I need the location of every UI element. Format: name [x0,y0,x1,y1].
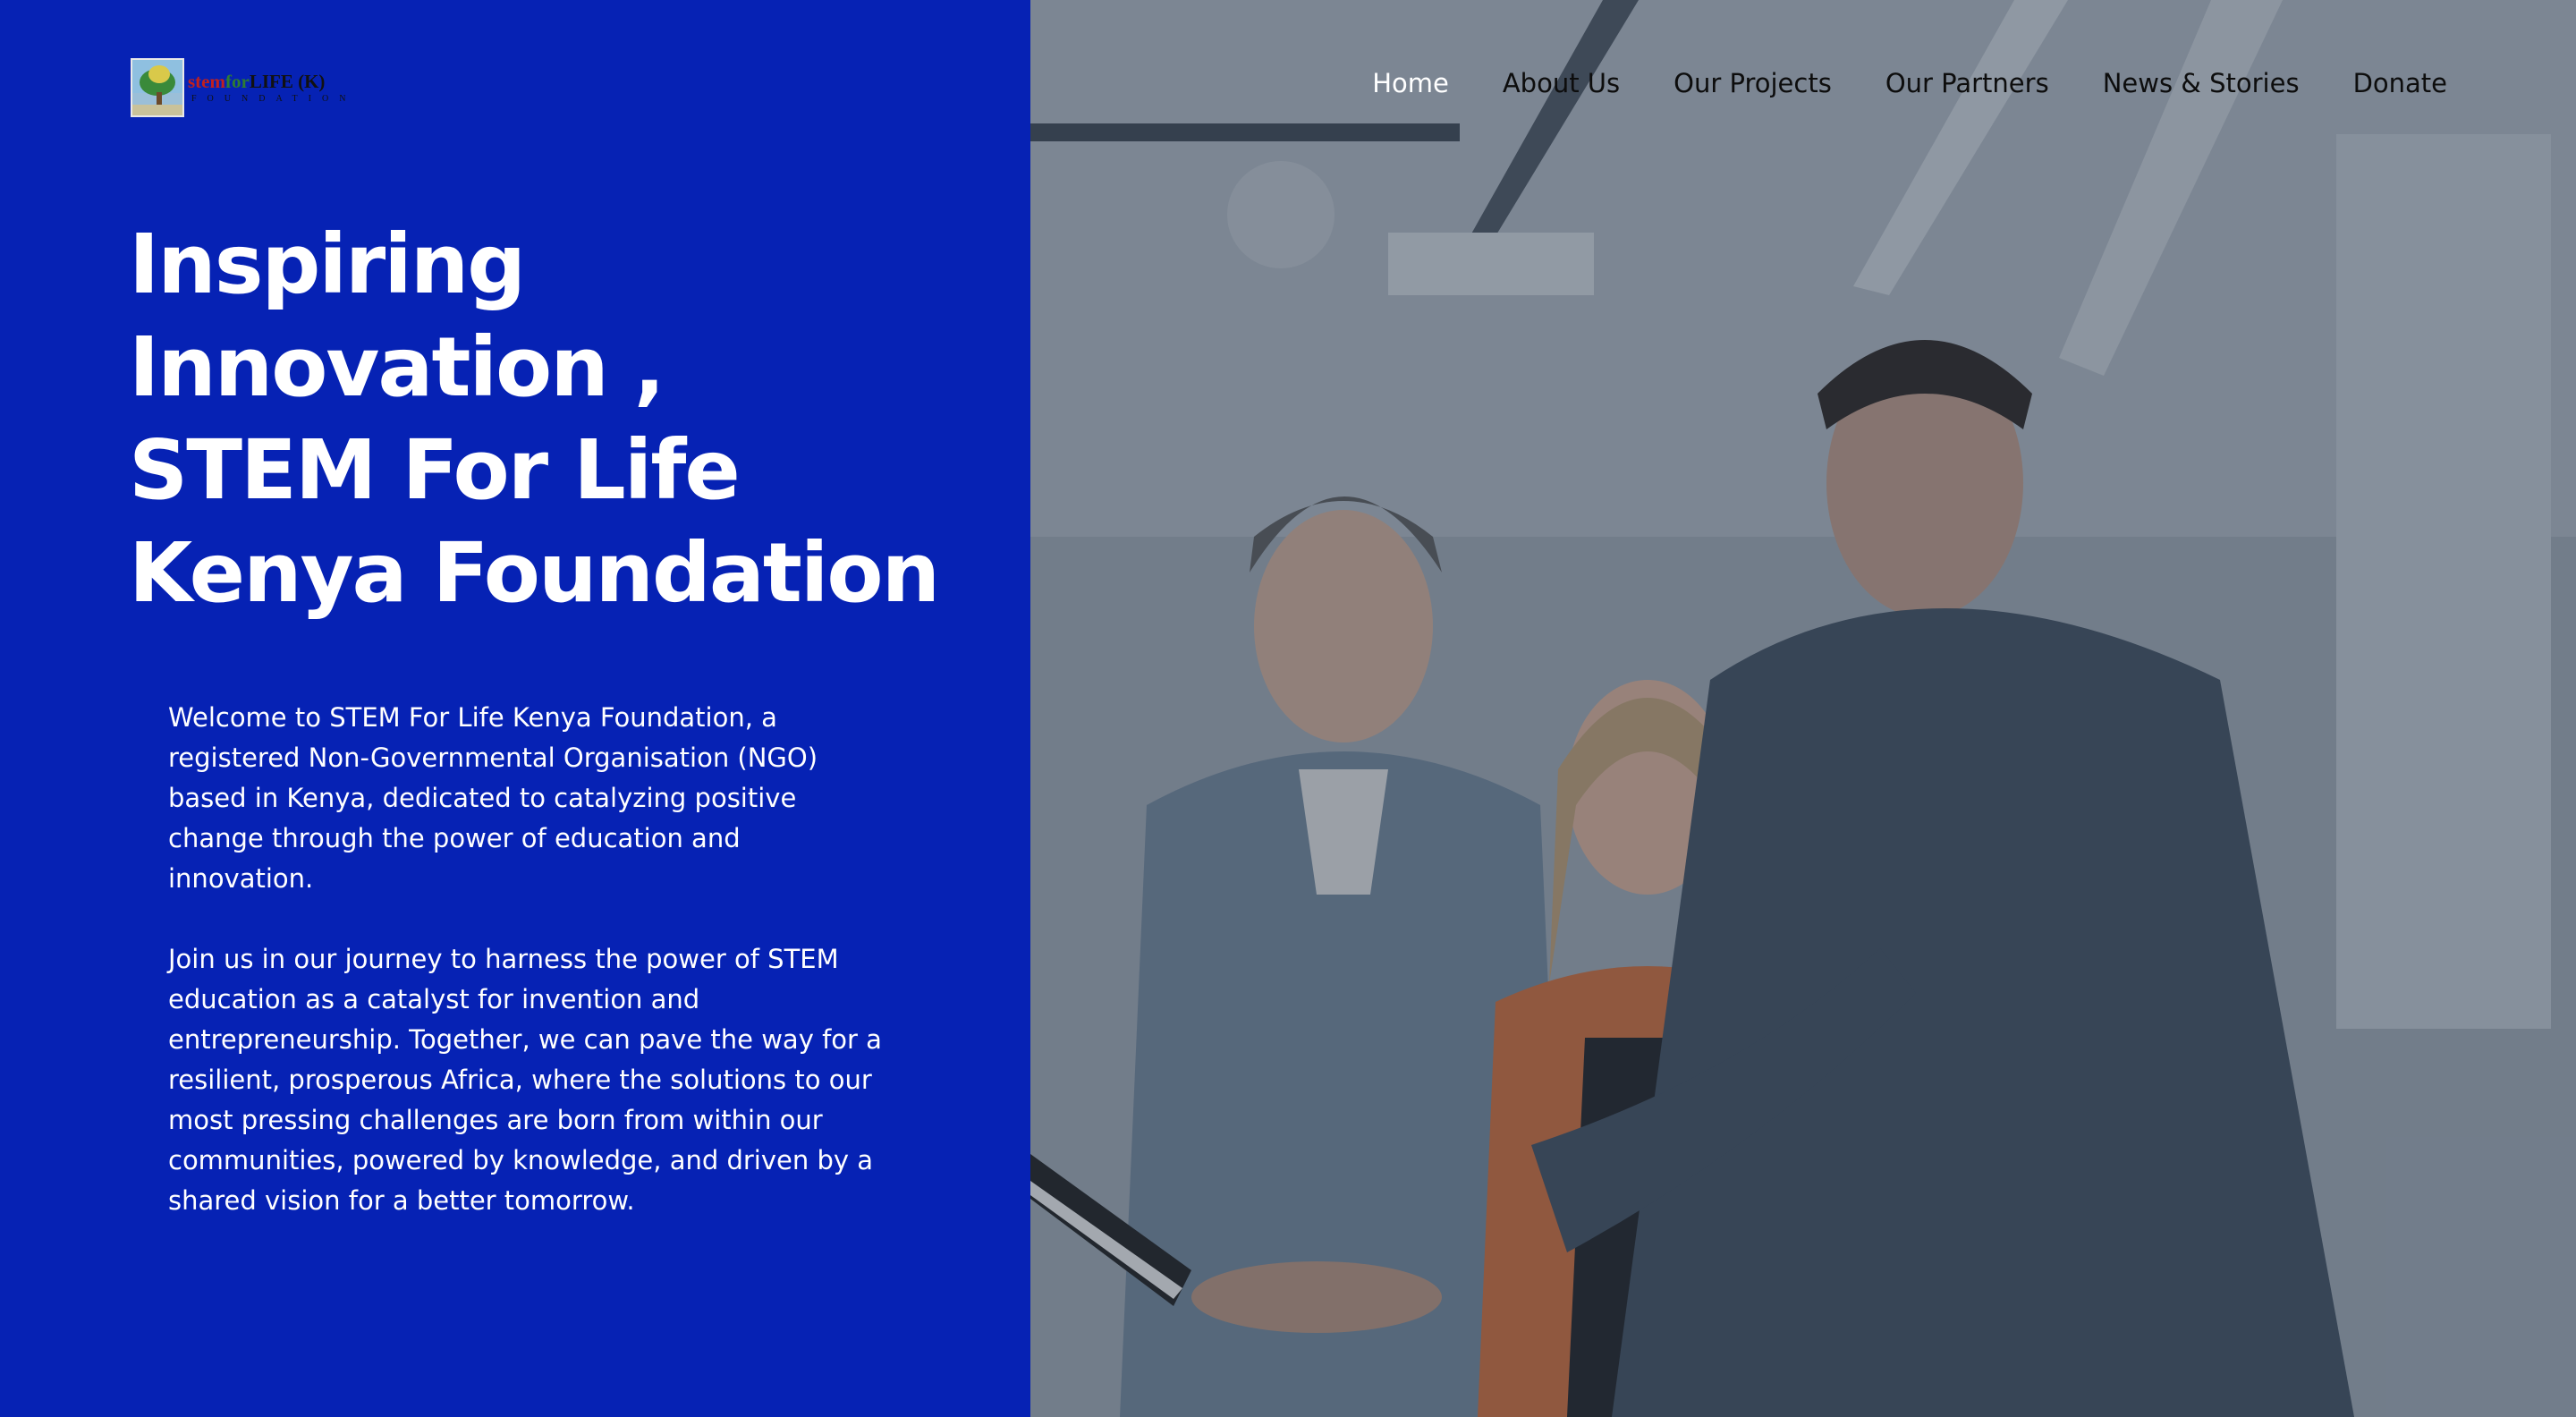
nav-news-stories[interactable]: News & Stories [2103,68,2300,98]
nav-about-us[interactable]: About Us [1503,68,1620,98]
logo-word-life: LIFE (K) [249,70,326,92]
intro-paragraph-welcome: Welcome to STEM For Life Kenya Foundatio… [168,702,818,894]
nav-home[interactable]: Home [1372,68,1449,98]
logo-wordmark: stemforLIFE (K) FOUNDATION [188,72,356,104]
photo-overlay [1030,0,2576,1417]
main-nav: Home About Us Our Projects Our Partners … [1372,68,2447,98]
hero-title-line: Inspiring [129,216,526,312]
nav-our-partners[interactable]: Our Partners [1885,68,2049,98]
hero-title-line: Kenya Foundation [129,525,940,621]
nav-donate[interactable]: Donate [2353,68,2447,98]
nav-our-projects[interactable]: Our Projects [1674,68,1832,98]
logo-tree-icon [131,58,184,117]
logo-word-stem: stem [188,70,225,92]
site-logo[interactable]: stemforLIFE (K) FOUNDATION [131,57,369,118]
hero-left-panel: stemforLIFE (K) FOUNDATION Inspiring Inn… [0,0,1030,1417]
intro-paragraph-join: Join us in our journey to harness the po… [168,944,882,1216]
hero-title-line: STEM For Life [129,422,741,518]
hero-title: Inspiring Innovation , STEM For Life Ken… [129,213,940,624]
hero-title-line: Innovation , [129,319,665,415]
logo-word-for: for [225,70,250,92]
hero-intro: Welcome to STEM For Life Kenya Foundatio… [168,698,884,1261]
hero-photo-panel: Home About Us Our Projects Our Partners … [1030,0,2576,1417]
logo-subline: FOUNDATION [191,93,357,104]
